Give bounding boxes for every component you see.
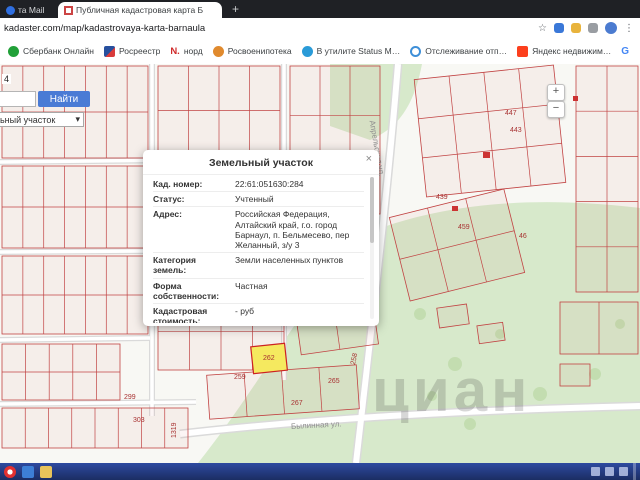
taskbar [0,463,640,480]
opera-icon[interactable] [4,465,16,478]
bookmark-label: Росвоенипотека [227,46,292,56]
popup-row-status: Статус: Учтенный [153,191,364,206]
parcel-info-popup: Земельный участок × Кад. номер: 22:61:05… [143,150,379,326]
bookmark-label: Сбербанк Онлайн [23,46,94,56]
address-bar: kadaster.com/map/kadastrovaya-karta-barn… [0,18,640,39]
address-bar-icons: ☆ ⋮ [538,22,640,34]
search-input[interactable] [0,91,36,107]
popup-row-cost: Кадастровая стоимость: - руб [153,302,364,323]
map-canvas[interactable]: 4 Найти ельный участок ▾ + − Апрельская … [0,64,640,463]
g-favicon-icon: G [621,45,630,57]
popup-row-ownership: Форма собственности: Частная [153,277,364,303]
tab-mail[interactable]: та Mail [0,2,58,18]
bookmark-label: норд [183,46,203,56]
parcel-number-label: 259 [234,374,246,381]
layer-select[interactable]: ельный участок ▾ [0,112,84,127]
extension-icon[interactable] [571,23,581,33]
nord-favicon-icon: N. [170,45,180,57]
browser-menu-icon[interactable]: ⋮ [624,23,634,34]
bookmark-nord[interactable]: N. норд [170,46,202,57]
bookmark-label: Яндекс недвижим… [532,46,612,56]
bookmark-label: Отслеживание отп… [425,46,508,56]
parcel-number-label: 299 [124,394,136,401]
bookmark-rosreestr[interactable]: Росреестр [103,45,161,57]
cian-watermark: циан [372,357,532,424]
url-text[interactable]: kadaster.com/map/kadastrovaya-karta-barn… [0,23,205,34]
parcel-number-label: 262 [263,355,275,362]
tab-cadastral-map[interactable]: Публичная кадастровая карта Б [58,2,222,18]
mail-favicon-icon [6,5,15,15]
bookmark-yandex-realty[interactable]: Яндекс недвижим… [517,45,612,57]
bookmarks-bar: Сбербанк Онлайн Росреестр N. норд Росвое… [0,38,640,65]
parcel-number-label: 1319 [171,422,178,438]
field-label: Категория земель: [153,255,196,276]
field-value: Частная [235,280,268,291]
field-label: Кад. номер: [153,179,203,189]
popup-row-category: Категория земель: Земли населенных пункт… [153,252,364,277]
parcel-number-label: 439 [436,194,448,201]
status-favicon-icon [301,45,313,57]
chevron-down-icon: ▾ [75,114,80,124]
parcel-number-label: 267 [291,400,303,407]
bookmark-label: Росреестр [118,46,161,56]
zoom-out-button[interactable]: − [547,101,565,118]
new-tab-button[interactable]: + [232,3,239,15]
bookmark-status[interactable]: В утилите Status M… [301,45,401,57]
bookmark-star-icon[interactable]: ☆ [538,23,547,34]
rosreestr-favicon-icon [103,45,115,57]
parcel-number-label: 303 [133,417,145,424]
popup-scrollbar-thumb[interactable] [370,177,374,243]
popup-title: Земельный участок [143,150,379,175]
parcel-number-label: 265 [328,378,340,385]
parcel-number-label: 447 [505,110,517,117]
tracking-favicon-icon [410,45,422,57]
parcel-number-label: 443 [510,127,522,134]
field-label: Статус: [153,194,185,205]
search-value-fragment: 4 [2,74,12,84]
field-label: Адрес: [153,209,182,220]
tab-mail-label: та Mail [18,5,45,15]
find-button[interactable]: Найти [38,91,90,107]
bookmark-rosvoenipoteka[interactable]: Росвоенипотека [212,45,292,57]
app-icon[interactable] [22,465,34,478]
field-label: Форма собственности: [153,280,220,301]
profile-avatar[interactable] [605,22,617,34]
system-tray [591,463,636,480]
field-value: - руб [235,305,255,316]
field-value: Учтенный [235,194,274,205]
bookmark-tracking[interactable]: Отслеживание отп… [410,45,508,57]
bookmark-label: В утилите Status M… [316,46,401,56]
popup-row-cad-number: Кад. номер: 22:61:051630:284 [153,177,364,191]
yandex-favicon-icon [517,45,529,57]
folder-icon[interactable] [40,465,52,478]
field-value: Российская Федерация, Алтайский край, г.… [235,209,350,250]
field-value: 22:61:051630:284 [235,179,304,189]
close-icon[interactable]: × [366,153,372,165]
tray-icon[interactable] [605,467,614,476]
sberbank-favicon-icon [8,45,19,57]
popup-scrollbar[interactable] [370,177,374,319]
field-label: Кадастровая стоимость: [153,305,208,323]
tray-icon[interactable] [591,467,600,476]
layer-select-value: ельный участок [0,114,56,125]
rosvoenipoteka-favicon-icon [212,45,224,57]
extension-icon[interactable] [588,23,598,33]
bookmark-g[interactable]: G [621,46,629,57]
tab-cadastral-label: Публичная кадастровая карта Б [76,5,204,15]
tray-icon[interactable] [619,467,628,476]
extension-icon[interactable] [554,23,564,33]
cadastral-favicon-icon [64,5,73,15]
zoom-in-button[interactable]: + [547,84,565,101]
bookmark-sberbank[interactable]: Сбербанк Онлайн [8,45,94,57]
popup-row-address: Адрес: Российская Федерация, Алтайский к… [153,206,364,252]
parcel-number-label: 46 [519,233,527,240]
show-desktop-button[interactable] [633,463,636,480]
browser-tab-bar: та Mail Публичная кадастровая карта Б + [0,0,640,18]
field-value: Земли населенных пунктов [235,255,344,266]
popup-body: Кад. номер: 22:61:051630:284 Статус: Учт… [153,177,364,323]
parcel-number-label: 459 [458,224,470,231]
